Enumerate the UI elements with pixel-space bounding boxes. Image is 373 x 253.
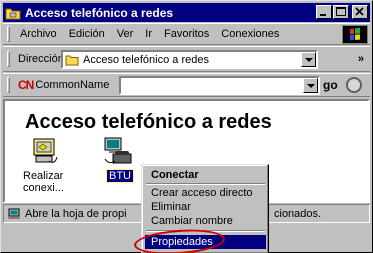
title-bar[interactable]: Acceso telefónico a redes — [3, 3, 370, 22]
go-button[interactable]: go — [323, 78, 338, 92]
menu-favoritos[interactable]: Favoritos — [158, 28, 215, 40]
commonname-logo: CN — [18, 78, 34, 92]
folder-icon — [65, 55, 79, 65]
make-connection-label: Realizar conexi... — [23, 170, 64, 194]
toolbar-grip[interactable] — [7, 26, 10, 42]
address-input[interactable]: Acceso telefónico a redes — [61, 50, 318, 69]
menu-ver[interactable]: Ver — [111, 28, 140, 40]
dialup-folder-icon — [5, 6, 21, 20]
ctx-create-shortcut[interactable]: Crear acceso directo — [145, 186, 266, 200]
ctx-delete[interactable]: Eliminar — [145, 200, 266, 214]
commonname-label: CommonName — [35, 79, 110, 91]
address-bar: Dirección Acceso telefónico a redes » — [3, 46, 370, 72]
menu-conexiones[interactable]: Conexiones — [215, 28, 285, 40]
address-value: Acceso telefónico a redes — [83, 53, 209, 66]
btu-connection-item[interactable]: BTU — [101, 135, 141, 183]
close-button[interactable] — [352, 5, 368, 19]
address-dropdown-button[interactable] — [301, 52, 316, 67]
explorer-window: Acceso telefónico a redes Archivo Edició… — [0, 0, 373, 253]
make-connection-item[interactable]: Realizar conexi... — [23, 135, 73, 194]
ctx-rename[interactable]: Cambiar nombre — [145, 214, 266, 228]
windows-logo-icon — [342, 25, 368, 44]
menu-archivo[interactable]: Archivo — [14, 28, 63, 40]
toolbar-grip[interactable] — [7, 77, 10, 93]
ctx-conectar[interactable]: Conectar — [145, 168, 266, 182]
menu-edicion[interactable]: Edición — [63, 28, 111, 40]
commonname-bar: CN CommonName go — [3, 73, 370, 97]
window-title: Acceso telefónico a redes — [25, 5, 174, 20]
chevron-icon[interactable]: » — [358, 53, 364, 65]
close-icon — [355, 7, 364, 16]
address-label: Dirección — [18, 53, 64, 65]
magnifier-icon[interactable] — [346, 77, 362, 93]
commonname-input[interactable] — [119, 76, 320, 95]
menu-ir[interactable]: Ir — [139, 28, 158, 40]
minimize-icon — [320, 14, 326, 16]
toolbar-grip[interactable] — [7, 51, 10, 67]
menu-bar: Archivo Edición Ver Ir Favoritos Conexio… — [3, 23, 370, 45]
dialup-connection-icon — [104, 137, 132, 164]
commonname-dropdown-button[interactable] — [303, 78, 318, 93]
maximize-icon — [336, 7, 346, 16]
folder-heading: Acceso telefónico a redes — [25, 111, 272, 133]
status-text-tail: cionados. — [274, 207, 322, 220]
new-connection-icon — [33, 138, 58, 163]
status-text: Abre la hoja de propi — [25, 207, 127, 220]
maximize-button[interactable] — [333, 5, 349, 19]
computer-icon — [8, 208, 20, 219]
minimize-button[interactable] — [316, 5, 332, 19]
ctx-separator — [146, 183, 265, 185]
btu-connection-label: BTU — [106, 169, 134, 183]
